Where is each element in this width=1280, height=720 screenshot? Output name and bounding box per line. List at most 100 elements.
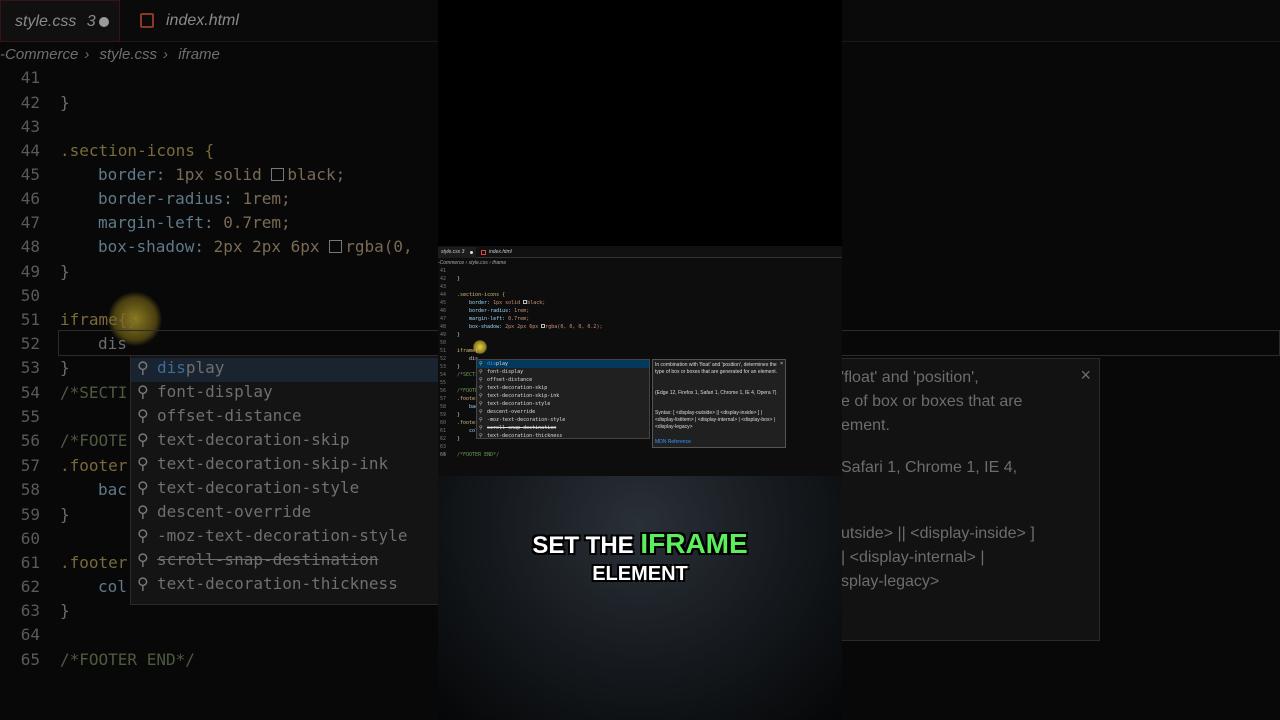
suggestion-item[interactable]: ⚲ scroll-snap-destination xyxy=(137,550,379,574)
value-token: black; xyxy=(527,300,546,306)
doc-text: ement. xyxy=(841,417,890,434)
breadcrumb-folder[interactable]: -Commerce xyxy=(438,260,464,266)
breadcrumb-file[interactable]: style.css xyxy=(469,260,488,266)
suggestion-item[interactable]: ⚲ offset-distance xyxy=(137,406,302,430)
line-number: 64 xyxy=(20,625,40,644)
close-icon[interactable]: × xyxy=(1080,365,1091,386)
suggestion-item[interactable]: ⚲ text-decoration-style xyxy=(137,478,359,502)
code-line: margin-left: 0.7rem; xyxy=(98,213,291,232)
property-token: border-radius: xyxy=(469,308,512,314)
mdn-reference-link[interactable]: MDN Reference xyxy=(655,439,780,446)
bg-tab-style-css[interactable]: style.css 3 xyxy=(0,0,120,42)
line-number: 48 xyxy=(439,324,446,330)
suggestion-item[interactable]: ⚲ text-decoration-thickness xyxy=(137,574,398,598)
tab-index-html[interactable]: index.html xyxy=(480,247,512,258)
property-token: col xyxy=(98,577,127,596)
breadcrumb-folder[interactable]: -Commerce xyxy=(0,46,78,63)
line-number: 65 xyxy=(20,650,40,669)
line-number: 57 xyxy=(20,456,40,475)
line-number: 62 xyxy=(20,577,40,596)
foreground-panel: style.css 3 index.html -Commerce › style… xyxy=(438,0,842,720)
bg-tab-label: style.css xyxy=(15,13,77,30)
html5-icon xyxy=(481,250,486,255)
code-line: /*SECTI xyxy=(60,383,127,402)
suggestion-item[interactable]: ⚲ text-decoration-skip-ink xyxy=(479,392,559,400)
suggestion-item[interactable]: ⚲ font-display xyxy=(137,382,273,406)
wrench-icon: ⚲ xyxy=(479,409,483,415)
suggestion-item[interactable]: ⚲ text-decoration-style xyxy=(479,400,550,408)
color-swatch-icon[interactable] xyxy=(329,240,343,253)
line-number: 47 xyxy=(439,316,446,322)
property-token: border: xyxy=(469,300,491,306)
suggestion-item[interactable]: ⚲ scroll-snap-destination xyxy=(479,424,556,432)
editor-screenshot: style.css 3 index.html -Commerce › style… xyxy=(438,246,842,476)
suggestion-item[interactable]: ⚲ text-decoration-thickness xyxy=(479,432,562,440)
chevron-right-icon: › xyxy=(489,260,491,266)
comment-token: /*FOOTER END*/ xyxy=(60,650,195,669)
line-number: 60 xyxy=(20,529,40,548)
line-number: 42 xyxy=(439,276,446,282)
value-token: 0.7rem; xyxy=(213,213,291,232)
code-line: .footer xyxy=(457,396,478,402)
color-swatch-icon[interactable] xyxy=(271,168,285,181)
line-number: 65 xyxy=(439,452,446,458)
line-number: 50 xyxy=(20,286,40,305)
line-number: 54 xyxy=(20,383,40,402)
doc-text: | <display-internal> | xyxy=(841,549,985,566)
code-line: /*FOOTE xyxy=(60,431,127,450)
line-number: 46 xyxy=(439,308,446,314)
close-icon[interactable]: × xyxy=(780,361,783,368)
doc-text: utside> || <display-inside> ] xyxy=(841,525,1035,542)
line-number: 55 xyxy=(439,380,446,386)
wrench-icon: ⚲ xyxy=(137,430,149,449)
wrench-icon: ⚲ xyxy=(479,393,483,399)
suggestion-item[interactable]: ⚲ descent-override xyxy=(137,502,311,526)
doc-description: In combination with 'float' and 'positio… xyxy=(655,362,778,375)
selector-token: .footer xyxy=(60,456,128,475)
code-line[interactable]: dis xyxy=(98,334,127,353)
comment-token: /*FOOTER END*/ xyxy=(457,452,500,458)
line-number: 58 xyxy=(20,480,40,499)
chevron-right-icon: › xyxy=(84,46,90,63)
property-token: border-radius: xyxy=(98,189,233,208)
wrench-icon: ⚲ xyxy=(137,526,149,545)
doc-text: Safari 1, Chrome 1, IE 4, xyxy=(841,459,1018,476)
line-number: 43 xyxy=(439,284,446,290)
caption-text: SET THE xyxy=(532,532,641,559)
suggestion-item[interactable]: ⚲ -moz-text-decoration-style xyxy=(479,416,565,424)
wrench-icon: ⚲ xyxy=(479,433,483,439)
value-token: 1px solid xyxy=(165,165,272,184)
property-token: box-shadow: xyxy=(469,324,503,330)
line-number: 43 xyxy=(20,117,40,136)
line-number: 50 xyxy=(439,340,446,346)
wrench-icon: ⚲ xyxy=(137,382,149,401)
tab-style-css[interactable]: style.css 3 xyxy=(438,247,476,258)
line-number: 53 xyxy=(20,358,40,377)
wrench-icon: ⚲ xyxy=(479,385,483,391)
breadcrumb-symbol[interactable]: iframe xyxy=(178,46,220,63)
caption-highlight: IFRAME xyxy=(640,528,748,559)
suggestion-item[interactable]: ⚲ offset-distance xyxy=(479,376,532,384)
suggestion-list: ⚲ display ⚲ font-display ⚲ offset-distance … xyxy=(476,359,650,439)
property-token: border: xyxy=(98,165,166,184)
suggestion-item[interactable]: ⚲ text-decoration-skip xyxy=(137,430,350,454)
line-number: 59 xyxy=(439,412,446,418)
breadcrumb-symbol[interactable]: iframe xyxy=(492,260,506,266)
suggestion-item[interactable]: ⚲ display xyxy=(477,360,649,368)
bg-tab-index-html[interactable]: index.html xyxy=(140,0,239,42)
line-number: 42 xyxy=(20,93,40,112)
doc-text: 'float' and 'position', xyxy=(841,369,979,386)
code-line: col xyxy=(98,577,127,596)
caption-line-2: ELEMENT xyxy=(592,563,688,585)
suggestion-item[interactable]: ⚲ text-decoration-skip-ink xyxy=(137,454,388,478)
selector-token: iframe{ xyxy=(457,348,479,354)
suggestion-item[interactable]: ⚲ -moz-text-decoration-style xyxy=(137,526,407,550)
line-number: 57 xyxy=(439,396,446,402)
breadcrumb-file[interactable]: style.css xyxy=(100,46,158,63)
value-token: 2px 2px 6px xyxy=(502,324,542,330)
code-line: } xyxy=(60,505,70,524)
suggestion-item[interactable]: ⚲ text-decoration-skip xyxy=(479,384,547,392)
suggestion-item[interactable]: ⚲ descent-override xyxy=(479,408,535,416)
suggestion-item[interactable]: ⚲ font-display xyxy=(479,368,523,376)
suggestion-item[interactable]: ⚲ display xyxy=(131,358,439,382)
